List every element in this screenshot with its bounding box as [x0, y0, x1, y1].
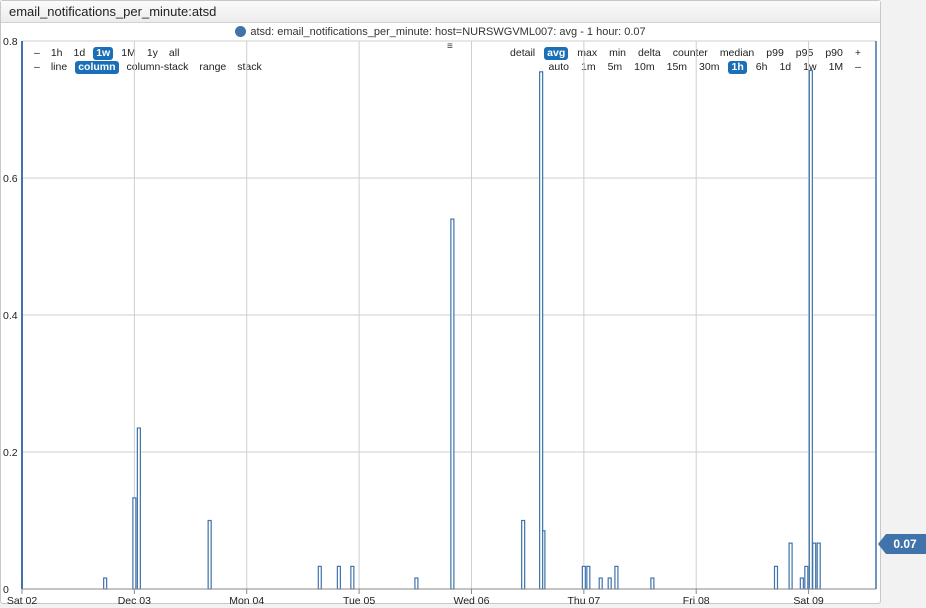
bar[interactable] — [614, 565, 619, 590]
bar[interactable] — [788, 542, 793, 590]
axes — [21, 41, 877, 594]
bar[interactable] — [598, 577, 603, 590]
x-tick-label: Sat 02 — [7, 595, 38, 607]
x-tick-label: Wed 06 — [453, 595, 489, 607]
x-tick-label: Mon 04 — [229, 595, 264, 607]
bar[interactable] — [650, 577, 655, 590]
bar[interactable] — [799, 577, 804, 590]
grid-lines — [22, 40, 876, 589]
bar[interactable] — [581, 565, 586, 590]
x-tick-label: Dec 03 — [118, 595, 151, 607]
bar[interactable] — [103, 577, 108, 590]
bar[interactable] — [812, 542, 817, 590]
bar[interactable] — [808, 69, 813, 590]
bar[interactable] — [816, 542, 821, 590]
bar[interactable] — [336, 565, 341, 590]
bar[interactable] — [607, 577, 612, 590]
bar-series — [103, 69, 821, 590]
bar[interactable] — [317, 565, 322, 590]
bar[interactable] — [773, 565, 779, 590]
x-tick-labels: Sat 02 Dec 03 Mon 04 Tue 05 Wed 06 Thu 07 Fri … — [7, 595, 824, 607]
y-tick-labels: 00.20.40.60.8 — [3, 36, 18, 596]
bar[interactable] — [350, 565, 355, 590]
y-tick-label: 0.4 — [3, 310, 18, 322]
y-tick-label: 0.8 — [3, 36, 18, 48]
bar[interactable] — [136, 427, 141, 590]
chart-plot[interactable]: 00.20.40.60.8 Sat 02 Dec 03 Mon 04 Tue 05 We… — [0, 0, 926, 608]
bar[interactable] — [132, 497, 137, 590]
bar[interactable] — [450, 218, 455, 590]
bar[interactable] — [586, 565, 591, 590]
y-tick-label: 0.2 — [3, 447, 18, 459]
badge-value: 0.07 — [893, 537, 917, 551]
x-tick-label: Thu 07 — [567, 595, 600, 607]
bar[interactable] — [207, 519, 212, 590]
last-value-badge: 0.07 — [878, 534, 926, 554]
bar[interactable] — [804, 565, 809, 590]
bar[interactable] — [414, 577, 419, 590]
y-tick-label: 0.6 — [3, 173, 18, 185]
x-tick-label: Sat 09 — [793, 595, 824, 607]
bar[interactable] — [539, 71, 544, 590]
x-tick-label: Fri 08 — [683, 595, 710, 607]
x-tick-label: Tue 05 — [343, 595, 375, 607]
bar[interactable] — [521, 519, 526, 590]
